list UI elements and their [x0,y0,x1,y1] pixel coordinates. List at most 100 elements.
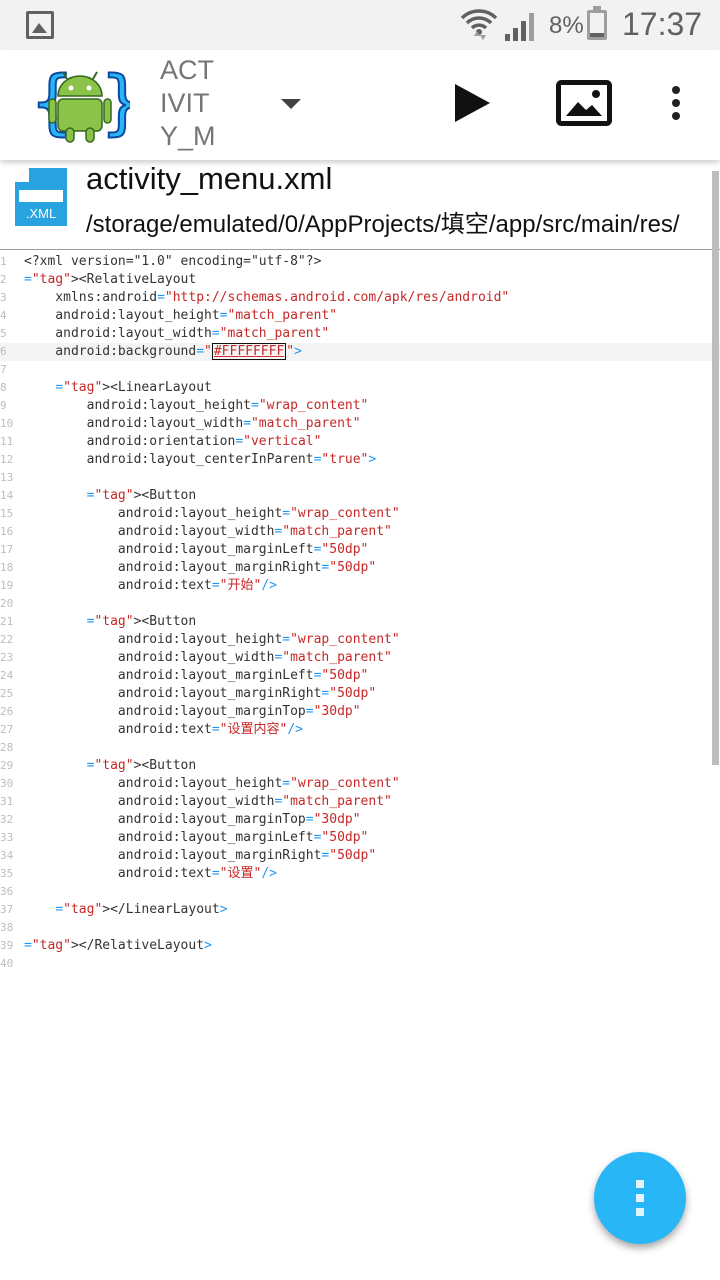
code-editor[interactable]: 1 <?xml version="1.0" encoding="utf-8"?> 2… [0,251,720,1280]
line-number: 29 [0,759,14,772]
more-actions-fab[interactable] [594,1152,686,1244]
line-text[interactable]: android:layout_centerInParent="true"> [24,451,377,469]
file-header: .XML activity_menu.xml /storage/emulated… [0,160,720,250]
code-line[interactable]: 22 android:layout_height="wrap_content" [0,631,720,649]
line-number: 4 [0,309,7,322]
status-time: 17:37 [622,6,703,42]
line-text[interactable]: android:layout_marginTop="30dp" [24,703,361,721]
line-text[interactable]: android:layout_height="wrap_content" [24,505,400,523]
code-line[interactable]: 40 [0,955,720,973]
line-text[interactable]: android:orientation="vertical" [24,433,322,451]
code-line[interactable]: 31 android:layout_width="match_parent" [0,793,720,811]
design-preview-icon[interactable] [556,80,612,126]
line-number: 11 [0,435,14,448]
line-text[interactable]: android:layout_marginTop="30dp" [24,811,361,829]
line-number: 37 [0,903,14,916]
line-number: 39 [0,939,14,952]
code-lines[interactable]: 1 <?xml version="1.0" encoding="utf-8"?> 2… [0,253,720,973]
code-line[interactable]: 7 [0,361,720,379]
line-number: 26 [0,705,14,718]
code-line[interactable]: 18 android:layout_marginRight="50dp" [0,559,720,577]
run-button[interactable] [455,84,490,122]
line-number: 20 [0,597,14,610]
line-number: 2 [0,273,7,286]
status-bar: 8% 17:37 [0,0,720,50]
code-line[interactable]: 4 android:layout_height="match_parent" [0,307,720,325]
line-text[interactable]: ="tag"><Button [24,613,197,631]
line-number: 28 [0,741,14,754]
code-line[interactable]: 17 android:layout_marginLeft="50dp" [0,541,720,559]
code-line[interactable]: 10 android:layout_width="match_parent" [0,415,720,433]
code-line[interactable]: 14 ="tag"><Button [0,487,720,505]
line-text[interactable]: android:layout_marginLeft="50dp" [24,541,368,559]
code-line[interactable]: 29 ="tag"><Button [0,757,720,775]
line-text[interactable]: android:text="开始"/> [24,577,277,595]
code-line[interactable]: 9 android:layout_height="wrap_content" [0,397,720,415]
line-text[interactable]: android:layout_marginLeft="50dp" [24,829,368,847]
code-line[interactable]: 16 android:layout_width="match_parent" [0,523,720,541]
line-text[interactable]: xmlns:android="http://schemas.android.co… [24,289,509,307]
code-line[interactable]: 2 ="tag"><RelativeLayout [0,271,720,289]
line-text[interactable]: ="tag"><RelativeLayout [24,271,196,289]
code-line[interactable]: 1 <?xml version="1.0" encoding="utf-8"?> [0,253,720,271]
code-line[interactable]: 39 ="tag"></RelativeLayout> [0,937,720,955]
line-text[interactable]: android:layout_marginRight="50dp" [24,559,376,577]
line-text[interactable]: ="tag"></LinearLayout> [24,901,227,919]
code-line[interactable]: 8 ="tag"><LinearLayout [0,379,720,397]
code-line[interactable]: 37 ="tag"></LinearLayout> [0,901,720,919]
code-line[interactable]: 20 [0,595,720,613]
line-text[interactable]: ="tag"><Button [24,487,197,505]
code-line[interactable]: 38 [0,919,720,937]
line-text[interactable]: android:layout_height="wrap_content" [24,631,400,649]
code-line[interactable]: 11 android:orientation="vertical" [0,433,720,451]
code-line[interactable]: 33 android:layout_marginLeft="50dp" [0,829,720,847]
line-text[interactable]: android:layout_width="match_parent" [24,793,392,811]
code-line[interactable]: 3 xmlns:android="http://schemas.android.… [0,289,720,307]
line-number: 13 [0,471,14,484]
line-text[interactable]: android:text="设置"/> [24,865,277,883]
code-line[interactable]: 32 android:layout_marginTop="30dp" [0,811,720,829]
code-line[interactable]: 15 android:layout_height="wrap_content" [0,505,720,523]
code-line[interactable]: 13 [0,469,720,487]
code-line[interactable]: 28 [0,739,720,757]
code-line[interactable]: 19 android:text="开始"/> [0,577,720,595]
code-line[interactable]: 21 ="tag"><Button [0,613,720,631]
code-line[interactable]: 5 android:layout_width="match_parent" [0,325,720,343]
line-text[interactable]: android:layout_marginLeft="50dp" [24,667,368,685]
line-number: 6 [0,345,7,358]
dropdown-arrow-icon[interactable] [281,99,301,109]
code-line[interactable]: 23 android:layout_width="match_parent" [0,649,720,667]
line-number: 24 [0,669,14,682]
line-text[interactable]: android:layout_width="match_parent" [24,325,329,343]
line-text[interactable]: android:layout_height="wrap_content" [24,397,369,415]
line-text[interactable]: ="tag"></RelativeLayout> [24,937,212,955]
code-line[interactable]: 36 [0,883,720,901]
code-line[interactable]: 27 android:text="设置内容"/> [0,721,720,739]
file-selector[interactable]: ACTIVITY_ME [160,54,220,154]
line-text[interactable]: ="tag"><Button [24,757,197,775]
line-text[interactable]: android:layout_height="match_parent" [24,307,337,325]
line-text[interactable]: android:layout_width="match_parent" [24,649,392,667]
code-line[interactable]: 12 android:layout_centerInParent="true"> [0,451,720,469]
line-number: 19 [0,579,14,592]
code-line[interactable]: 24 android:layout_marginLeft="50dp" [0,667,720,685]
line-text[interactable]: android:layout_width="match_parent" [24,523,392,541]
line-text[interactable]: <?xml version="1.0" encoding="utf-8"?> [24,253,321,271]
line-number: 3 [0,291,7,304]
code-line[interactable]: 35 android:text="设置"/> [0,865,720,883]
code-line[interactable]: 25 android:layout_marginRight="50dp" [0,685,720,703]
line-text[interactable]: android:background=" #FFFFFFFF "> [24,343,302,361]
line-text[interactable]: ="tag"><LinearLayout [24,379,212,397]
code-line[interactable]: 6 android:background=" #FFFFFFFF "> [0,343,720,361]
line-text[interactable]: android:layout_marginRight="50dp" [24,847,376,865]
code-line[interactable]: 30 android:layout_height="wrap_content" [0,775,720,793]
code-line[interactable]: 26 android:layout_marginTop="30dp" [0,703,720,721]
line-text[interactable]: android:text="设置内容"/> [24,721,303,739]
line-number: 12 [0,453,14,466]
code-line[interactable]: 34 android:layout_marginRight="50dp" [0,847,720,865]
overflow-menu-icon[interactable] [664,82,688,126]
line-text[interactable]: android:layout_width="match_parent" [24,415,361,433]
line-text[interactable]: android:layout_marginRight="50dp" [24,685,376,703]
editor-scrollbar[interactable] [712,171,719,765]
line-text[interactable]: android:layout_height="wrap_content" [24,775,400,793]
